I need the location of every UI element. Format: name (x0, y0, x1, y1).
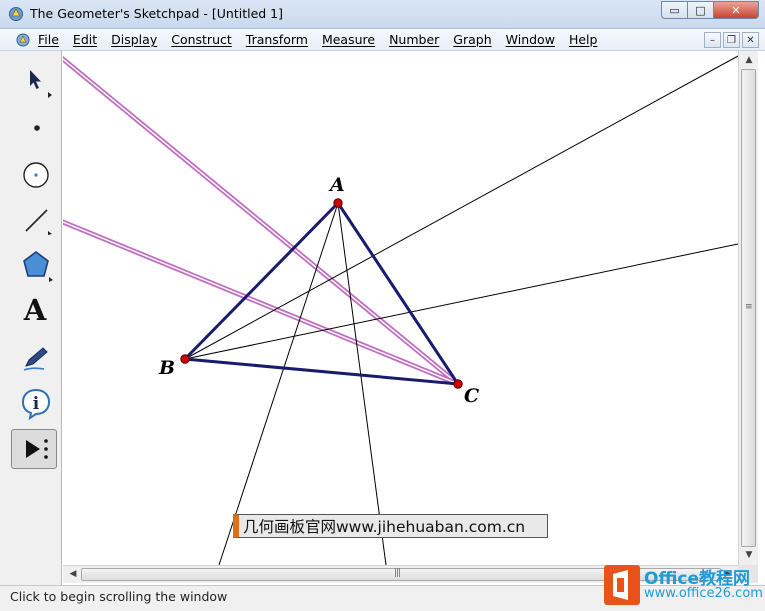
point-tool[interactable] (11, 106, 57, 146)
window-title: The Geometer's Sketchpad - [Untitled 1] (30, 6, 283, 21)
circle-compass-icon (23, 162, 49, 188)
menu-help[interactable]: Help (569, 32, 598, 47)
vertical-scrollbar[interactable]: ▲ ≡ ▼ (738, 51, 758, 565)
point-b[interactable] (180, 354, 190, 364)
ray-b-upper-right[interactable] (184, 55, 738, 360)
office-logo-icon (604, 565, 640, 605)
custom-tool[interactable] (11, 429, 57, 469)
menu-transform[interactable]: Transform (246, 32, 308, 47)
document-restore-button[interactable]: ❐ (723, 32, 740, 48)
information-tool[interactable]: i (11, 383, 57, 423)
office-url-text: www.office26.com (644, 586, 763, 601)
title-bar: The Geometer's Sketchpad - [Untitled 1] … (0, 0, 765, 29)
menu-display[interactable]: Display (111, 32, 157, 47)
status-text: Click to begin scrolling the window (10, 589, 228, 604)
ray-b-right[interactable] (184, 243, 738, 360)
point-icon (34, 125, 40, 131)
selected-line-1[interactable] (63, 55, 460, 386)
label-c[interactable]: C (464, 385, 479, 407)
close-window-button[interactable]: ✕ (713, 1, 759, 19)
menu-measure[interactable]: Measure (322, 32, 375, 47)
vertical-scroll-thumb[interactable]: ≡ (741, 69, 756, 547)
straightedge-tool[interactable] (11, 198, 57, 238)
grip-icon: ||| (394, 568, 401, 578)
scroll-left-arrow-icon[interactable]: ◀ (63, 569, 83, 579)
svg-text:i: i (33, 394, 40, 414)
polygon-tool[interactable] (11, 244, 57, 284)
marker-pen-icon (23, 347, 48, 371)
text-A-icon: A (23, 293, 47, 327)
office-watermark-logo: Office教程网 www.office26.com (598, 563, 765, 609)
sketchpad-app-icon (9, 7, 23, 21)
info-icon: i (21, 388, 51, 421)
document-close-button[interactable]: ✕ (742, 32, 759, 48)
maximize-window-button[interactable]: □ (687, 1, 713, 19)
grip-icon: ≡ (745, 302, 752, 312)
triangle-abc[interactable] (181, 200, 461, 386)
watermark-caption: 几何画板官网www.jihehuaban.com.cn (233, 514, 548, 538)
ray-a-down-left[interactable] (218, 202, 339, 565)
compass-tool[interactable] (11, 151, 57, 191)
sketch-canvas[interactable]: A B C 几何画板官网www.jihehuaban.com.cn (63, 51, 738, 565)
menu-construct[interactable]: Construct (171, 32, 232, 47)
toolbox: A i (0, 51, 62, 585)
selected-line-2[interactable] (63, 219, 459, 387)
play-custom-icon (26, 439, 48, 459)
segment-icon (25, 209, 52, 235)
text-tool[interactable]: A (11, 290, 57, 330)
menu-graph[interactable]: Graph (453, 32, 491, 47)
menu-edit[interactable]: Edit (73, 32, 97, 47)
label-b[interactable]: B (158, 357, 175, 379)
minimize-window-button[interactable]: ▭ (661, 1, 687, 19)
marker-tool[interactable] (11, 337, 57, 377)
arrow-select-icon (30, 70, 52, 98)
label-a[interactable]: A (328, 174, 345, 196)
arrow-tool[interactable] (11, 61, 57, 101)
point-c[interactable] (453, 379, 463, 389)
menu-number[interactable]: Number (389, 32, 439, 47)
menu-file[interactable]: File (38, 32, 59, 47)
menu-bar: File Edit Display Construct Transform Me… (0, 29, 765, 51)
ray-a-down-right[interactable] (337, 202, 387, 565)
menu-window[interactable]: Window (506, 32, 555, 47)
scroll-down-arrow-icon[interactable]: ▼ (739, 550, 759, 560)
point-a[interactable] (333, 198, 343, 208)
scroll-up-arrow-icon[interactable]: ▲ (739, 55, 759, 65)
pentagon-icon (23, 251, 53, 282)
document-minimize-button[interactable]: – (704, 32, 721, 48)
document-icon[interactable] (15, 32, 31, 48)
